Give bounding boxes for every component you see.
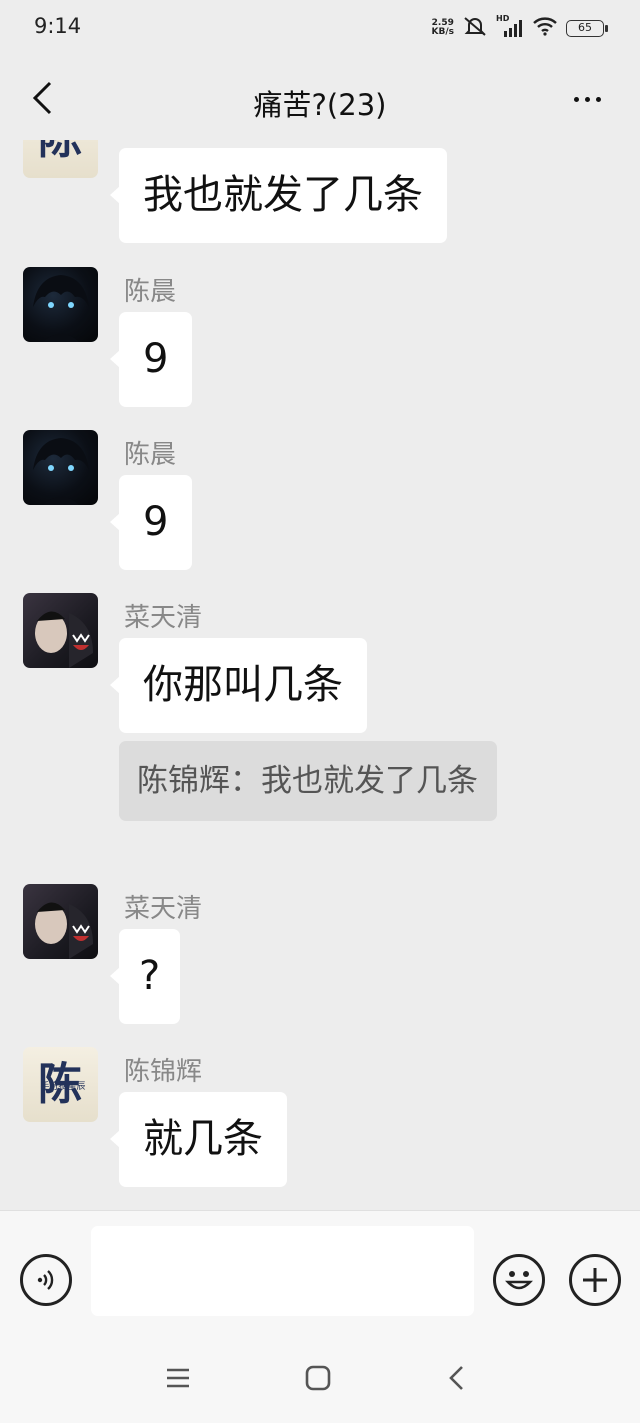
chat-title: 痛苦?(23) bbox=[253, 88, 387, 122]
plus-button[interactable] bbox=[569, 1254, 621, 1306]
wifi-icon bbox=[532, 16, 558, 40]
shark-hoodie-avatar-icon bbox=[35, 902, 93, 959]
anime-boy-avatar-icon bbox=[33, 275, 89, 342]
mute-icon bbox=[462, 15, 488, 41]
sender-name: 陈晨 bbox=[124, 440, 177, 470]
more-dots-icon bbox=[573, 96, 579, 102]
message-bubble[interactable]: 就几条 bbox=[110, 1092, 287, 1187]
avatar[interactable] bbox=[23, 884, 98, 959]
chat-header: 痛苦?(23) bbox=[0, 60, 640, 140]
status-time: 9:14 bbox=[34, 14, 82, 38]
chen-logo-icon: 陈 手可摘星辰 bbox=[38, 1059, 86, 1110]
emoji-button[interactable] bbox=[493, 1254, 545, 1306]
message-list[interactable]: 陈 我也就发了几条 陈晨 9 陈晨 9 bbox=[0, 140, 640, 1210]
plus-icon bbox=[583, 1268, 607, 1292]
anime-boy-avatar-icon bbox=[33, 438, 89, 505]
sender-name: 陈晨 bbox=[124, 277, 177, 307]
message-bubble[interactable]: 我也就发了几条 bbox=[110, 148, 447, 243]
quoted-message[interactable]: 陈锦辉：我也就发了几条 bbox=[119, 741, 497, 821]
avatar[interactable]: 陈 手可摘星辰 bbox=[23, 1047, 98, 1122]
more-button[interactable] bbox=[564, 82, 610, 116]
svg-text:手可摘星辰: 手可摘星辰 bbox=[40, 1080, 85, 1092]
network-speed: 2.59 KB/s bbox=[431, 18, 454, 37]
message-bubble[interactable]: 9 bbox=[109, 475, 193, 570]
voice-button[interactable] bbox=[20, 1254, 72, 1306]
sender-name: 陈锦辉 bbox=[124, 1057, 203, 1087]
system-nav-bar bbox=[0, 1330, 640, 1423]
nav-home-button[interactable] bbox=[298, 1358, 338, 1398]
emoji-icon bbox=[505, 1271, 533, 1290]
avatar[interactable] bbox=[23, 430, 98, 505]
nav-menu-button[interactable] bbox=[158, 1358, 198, 1398]
shark-hoodie-avatar-icon bbox=[35, 611, 93, 668]
message-bubble[interactable]: 9 bbox=[109, 312, 193, 407]
avatar[interactable] bbox=[23, 593, 98, 668]
message-bubble[interactable]: ? bbox=[109, 929, 181, 1024]
input-bar bbox=[0, 1210, 640, 1330]
svg-text:陈: 陈 bbox=[38, 140, 82, 164]
message-input[interactable] bbox=[91, 1226, 474, 1316]
chen-logo-icon: 陈 bbox=[38, 140, 82, 164]
back-icon bbox=[449, 1366, 463, 1390]
status-bar: 9:14 2.59 KB/s HD 65 bbox=[0, 0, 640, 56]
signal-icon: HD bbox=[496, 14, 524, 38]
menu-icon bbox=[167, 1368, 189, 1388]
avatar[interactable]: 陈 bbox=[23, 140, 98, 178]
sender-name: 菜天清 bbox=[124, 603, 203, 633]
battery-indicator: 65 bbox=[566, 19, 608, 37]
avatar[interactable] bbox=[23, 267, 98, 342]
sender-name: 菜天清 bbox=[124, 894, 203, 924]
message-bubble[interactable]: 你那叫几条 bbox=[110, 638, 367, 733]
voice-icon bbox=[37, 1270, 54, 1290]
nav-back-button[interactable] bbox=[436, 1358, 476, 1398]
home-icon bbox=[305, 1365, 331, 1391]
status-icons: 2.59 KB/s HD 65 bbox=[431, 14, 608, 41]
